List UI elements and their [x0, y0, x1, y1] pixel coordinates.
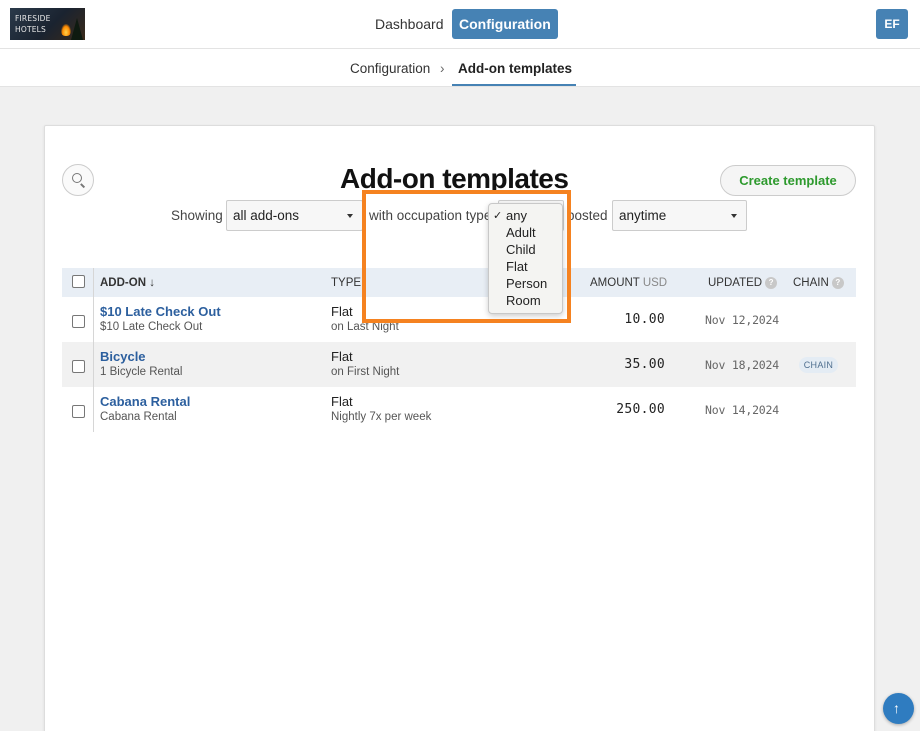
nav-dashboard[interactable]: Dashboard	[368, 9, 451, 39]
column-header-type: TYPE	[331, 277, 362, 289]
logo-text-line1: FIRESIDE	[15, 14, 51, 23]
column-divider	[93, 268, 94, 432]
posted-select[interactable]: anytime	[612, 200, 747, 231]
column-header-updated: UPDATED?	[708, 277, 778, 289]
search-icon-handle	[80, 183, 86, 188]
addon-subtitle: 1 Bicycle Rental	[100, 366, 183, 378]
updated-header-label: UPDATED	[708, 277, 763, 289]
addon-type: Flat	[331, 349, 353, 364]
highlight-box	[362, 190, 571, 323]
select-all-checkbox[interactable]	[72, 275, 85, 288]
campfire-icon	[61, 24, 71, 36]
posted-select-value: anytime	[619, 208, 667, 223]
posted-label: posted	[567, 208, 608, 223]
column-header-amount: AMOUNT USD	[590, 277, 667, 289]
logo[interactable]: FIRESIDE HOTELS	[10, 8, 85, 40]
search-icon	[72, 173, 82, 183]
addon-name-link[interactable]: Bicycle	[100, 349, 146, 364]
addon-subtitle: Cabana Rental	[100, 411, 177, 423]
addon-updated: Nov 18,2024	[705, 358, 779, 372]
breadcrumb: Configuration › Add-on templates	[0, 49, 920, 87]
row-checkbox[interactable]	[72, 360, 85, 373]
addon-type: Flat	[331, 394, 353, 409]
chain-badge: CHAIN	[799, 357, 838, 373]
addon-amount: 250.00	[616, 402, 665, 417]
addon-type-detail: Nightly 7x per week	[331, 411, 432, 423]
tree-icon	[71, 18, 83, 40]
addon-amount: 35.00	[624, 357, 665, 372]
addon-type: Flat	[331, 304, 353, 319]
arrow-up-icon: ↑	[893, 700, 900, 716]
addon-name-link[interactable]: $10 Late Check Out	[100, 304, 221, 319]
column-header-addon[interactable]: ADD-ON ↓	[100, 277, 155, 289]
showing-label: Showing	[171, 208, 223, 223]
addon-amount: 10.00	[624, 312, 665, 327]
chain-header-label: CHAIN	[793, 277, 829, 289]
scroll-to-top-button[interactable]: ↑	[883, 693, 914, 724]
currency-label: USD	[642, 277, 668, 289]
breadcrumb-separator: ›	[440, 61, 445, 76]
search-button[interactable]	[62, 164, 94, 196]
caret-down-icon	[347, 214, 353, 218]
addon-updated: Nov 12,2024	[705, 313, 779, 327]
help-icon[interactable]: ?	[765, 277, 778, 289]
addon-name-link[interactable]: Cabana Rental	[100, 394, 190, 409]
breadcrumb-current[interactable]: Add-on templates	[458, 61, 572, 76]
logo-text-line2: HOTELS	[15, 25, 47, 34]
showing-select-value: all add-ons	[233, 208, 300, 223]
row-checkbox[interactable]	[72, 315, 85, 328]
breadcrumb-configuration[interactable]: Configuration	[350, 61, 430, 76]
caret-down-icon	[731, 214, 737, 218]
addon-subtitle: $10 Late Check Out	[100, 321, 203, 333]
showing-select[interactable]: all add-ons	[226, 200, 363, 231]
top-navbar: FIRESIDE HOTELS Dashboard Configuration …	[0, 0, 920, 49]
user-avatar[interactable]: EF	[876, 9, 908, 39]
nav-configuration[interactable]: Configuration	[452, 9, 558, 39]
addon-type-detail: on First Night	[331, 366, 400, 378]
amount-header-label: AMOUNT	[590, 277, 640, 289]
row-checkbox[interactable]	[72, 405, 85, 418]
addon-updated: Nov 14,2024	[705, 403, 779, 417]
logo-text: FIRESIDE HOTELS	[15, 13, 51, 35]
help-icon[interactable]: ?	[831, 277, 844, 289]
column-header-chain: CHAIN?	[793, 277, 844, 289]
active-tab-underline	[452, 84, 576, 86]
create-template-button[interactable]: Create template	[720, 165, 856, 196]
